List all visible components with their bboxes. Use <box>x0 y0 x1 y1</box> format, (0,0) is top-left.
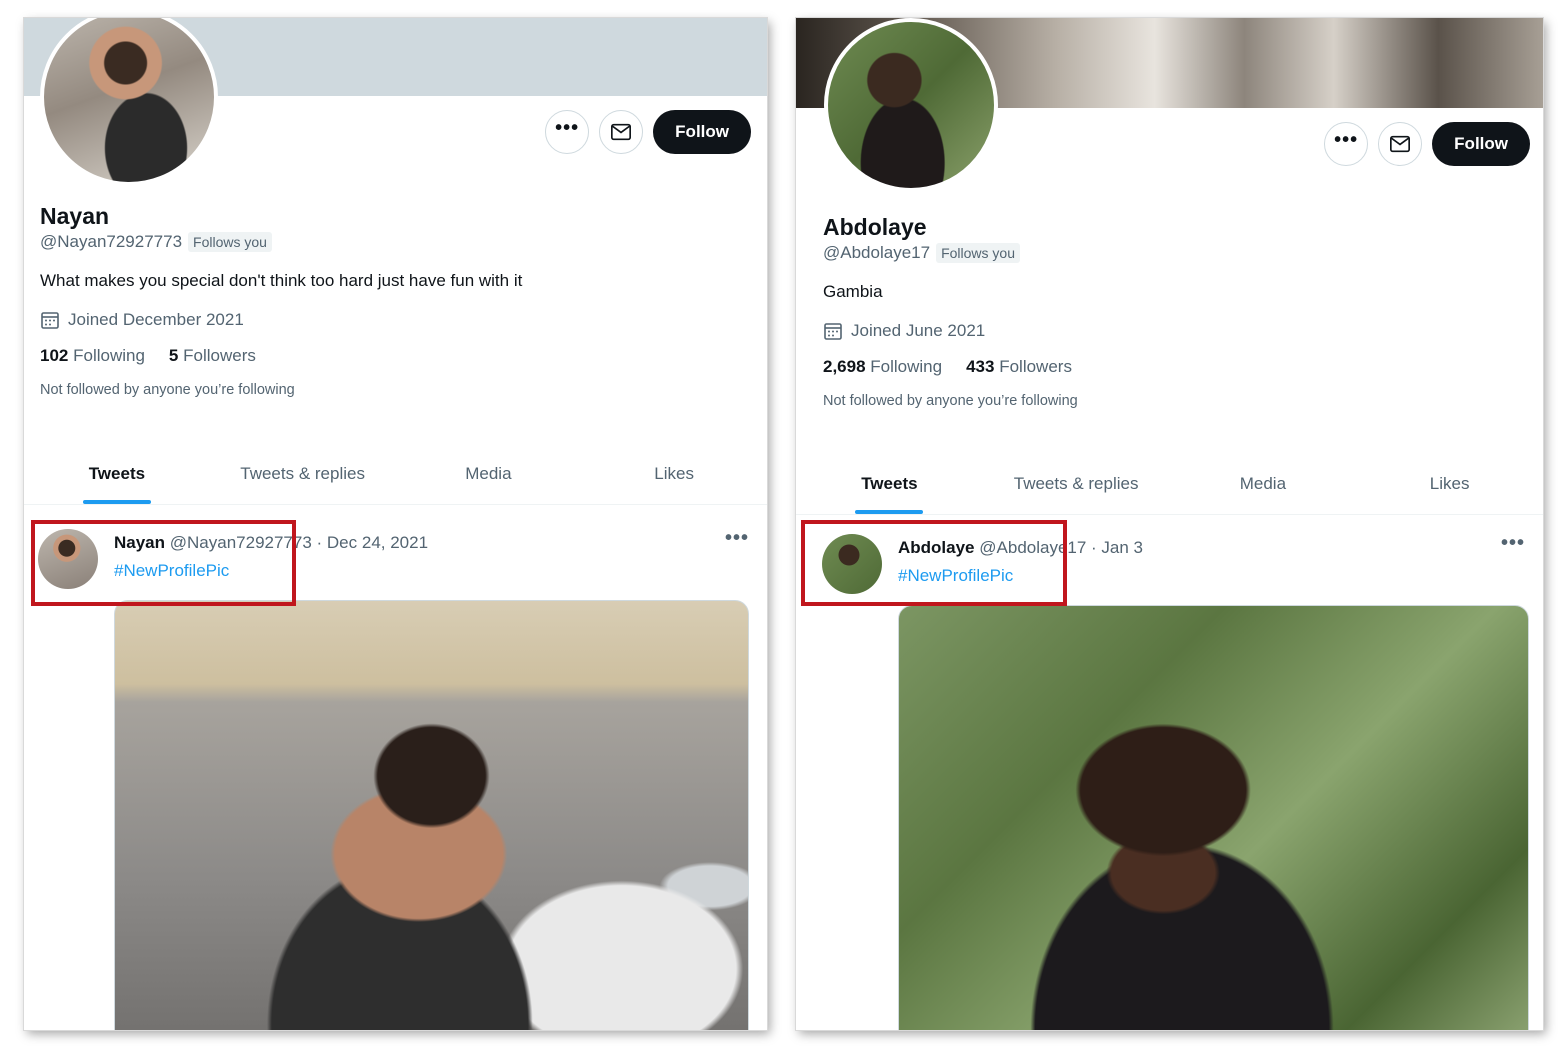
following-link[interactable]: 2,698 Following <box>823 357 942 377</box>
tab-likes[interactable]: Likes <box>581 444 767 504</box>
tweet-photo[interactable] <box>114 600 749 1030</box>
profile-tabs: Tweets Tweets & replies Media Likes <box>24 444 767 505</box>
mail-icon <box>611 123 632 141</box>
followers-count: 433 <box>966 357 995 376</box>
calendar-icon <box>41 312 59 329</box>
follows-you-badge: Follows you <box>936 243 1020 263</box>
joined-date: Joined June 2021 <box>823 321 1527 341</box>
profile-name: Nayan <box>40 203 110 229</box>
tweet-more-icon[interactable]: ••• <box>725 527 749 550</box>
tab-tweets[interactable]: Tweets <box>796 454 983 514</box>
mutual-followers-note: Not followed by anyone you’re following <box>40 382 295 398</box>
followers-label: Followers <box>183 346 256 365</box>
profile-bio: What makes you special don't think too h… <box>40 271 523 290</box>
joined-date: Joined December 2021 <box>40 310 751 330</box>
profile-actions: ••• Follow <box>545 110 751 154</box>
profile-tabs: Tweets Tweets & replies Media Likes <box>796 454 1543 515</box>
tab-tweets-replies[interactable]: Tweets & replies <box>210 444 396 504</box>
profile-actions: ••• Follow <box>1324 122 1530 166</box>
following-label: Following <box>870 357 943 376</box>
tab-media[interactable]: Media <box>396 444 582 504</box>
profile-info: Abdolaye @Abdolaye17 Follows you Gambia … <box>823 213 1527 409</box>
handle-row: @Abdolaye17 Follows you <box>823 243 1527 263</box>
following-count: 2,698 <box>823 357 866 376</box>
follow-stats: 2,698 Following 433 Followers <box>823 357 1527 377</box>
joined-text: Joined December 2021 <box>68 310 244 329</box>
tweet-photo[interactable] <box>898 605 1529 1030</box>
following-link[interactable]: 102 Following <box>40 346 145 366</box>
profile-avatar[interactable] <box>40 18 218 186</box>
more-icon: ••• <box>1334 129 1359 151</box>
highlight-box-right <box>801 520 1067 606</box>
followers-link[interactable]: 433 Followers <box>966 357 1072 377</box>
message-button[interactable] <box>1378 122 1423 166</box>
follow-button[interactable]: Follow <box>1432 122 1530 166</box>
profile-handle: @Abdolaye17 <box>823 243 931 262</box>
more-options-button[interactable]: ••• <box>1324 122 1369 166</box>
more-icon: ••• <box>555 117 580 139</box>
message-button[interactable] <box>599 110 644 154</box>
profile-avatar[interactable] <box>824 18 998 192</box>
tab-tweets-replies[interactable]: Tweets & replies <box>983 454 1170 514</box>
joined-text: Joined June 2021 <box>851 321 986 340</box>
tab-tweets[interactable]: Tweets <box>24 444 210 504</box>
follow-button[interactable]: Follow <box>653 110 751 154</box>
followers-label: Followers <box>999 357 1072 376</box>
follows-you-badge: Follows you <box>188 232 272 252</box>
tab-likes[interactable]: Likes <box>1356 454 1543 514</box>
mutual-followers-note: Not followed by anyone you’re following <box>823 393 1078 409</box>
profile-name: Abdolaye <box>823 214 927 240</box>
followers-link[interactable]: 5 Followers <box>169 346 256 366</box>
following-count: 102 <box>40 346 69 365</box>
profile-bio: Gambia <box>823 282 883 301</box>
calendar-icon <box>824 323 842 340</box>
following-label: Following <box>73 346 145 365</box>
handle-row: @Nayan72927773 Follows you <box>40 232 751 252</box>
profile-info: Nayan @Nayan72927773 Follows you What ma… <box>40 202 751 398</box>
follow-stats: 102 Following 5 Followers <box>40 346 751 366</box>
tweet-more-icon[interactable]: ••• <box>1501 532 1525 555</box>
mail-icon <box>1390 135 1411 153</box>
profile-handle: @Nayan72927773 <box>40 232 183 251</box>
more-options-button[interactable]: ••• <box>545 110 590 154</box>
followers-count: 5 <box>168 346 179 365</box>
tab-media[interactable]: Media <box>1170 454 1357 514</box>
highlight-box-left <box>31 520 296 606</box>
